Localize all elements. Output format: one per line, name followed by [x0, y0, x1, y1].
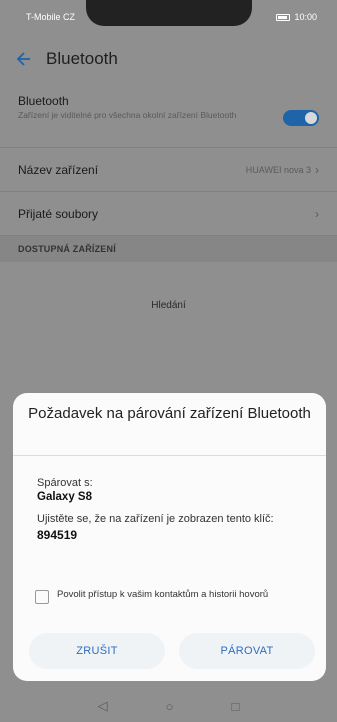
received-files-row[interactable]: Přijaté soubory › [0, 192, 337, 236]
allow-access-checkbox[interactable] [35, 590, 49, 604]
dialog-title: Požadavek na párování zařízení Bluetooth [28, 405, 311, 422]
page-title: Bluetooth [46, 49, 118, 68]
received-files-label: Přijaté soubory [18, 206, 99, 221]
section-label: DOSTUPNÁ ZAŘÍZENÍ [18, 244, 116, 254]
bluetooth-title: Bluetooth [18, 94, 69, 108]
available-devices-header: DOSTUPNÁ ZAŘÍZENÍ [0, 236, 337, 262]
device-name-value-wrap: HUAWEI nova 3 › [246, 163, 319, 177]
device-name-value: HUAWEI nova 3 [245, 164, 311, 175]
nav-recents-icon[interactable]: □ [232, 699, 240, 714]
bluetooth-row[interactable]: Bluetooth Zařízení je viditelné pro všec… [0, 84, 337, 148]
clock-text: 10:00 [294, 12, 317, 22]
nav-back-icon[interactable]: ◁ [98, 698, 108, 714]
pair-with-label: Spárovat s: [37, 477, 93, 489]
device-name-row[interactable]: Název zařízení HUAWEI nova 3 › [0, 148, 337, 192]
app-bar: Bluetooth [0, 34, 337, 84]
back-button[interactable] [0, 34, 46, 84]
status-bar: T-Mobile CZ 10:00 [0, 0, 337, 34]
back-arrow-icon [16, 52, 30, 66]
system-nav-bar: ◁ ○ □ [0, 690, 337, 722]
battery-icon [276, 13, 291, 21]
bluetooth-toggle[interactable] [283, 110, 319, 126]
dialog-divider [13, 455, 326, 456]
pair-button[interactable]: PÁROVAT [179, 633, 315, 669]
pairing-key: 894519 [37, 528, 78, 542]
device-name-label: Název zařízení [18, 162, 99, 177]
nav-home-icon[interactable]: ○ [166, 699, 174, 714]
carrier-text: T-Mobile CZ [26, 12, 76, 22]
bluetooth-subtitle: Zařízení je viditelné pro všechna okolní… [18, 110, 237, 120]
camera-notch [86, 0, 252, 26]
status-icons: 10:00 [276, 12, 317, 22]
pairing-dialog: Požadavek na párování zařízení Bluetooth… [13, 393, 326, 681]
phone-screen: T-Mobile CZ 10:00 Bluetooth Bluetooth Za… [0, 0, 337, 722]
dialog-body: Spárovat s: Galaxy S8 Ujistěte se, že na… [37, 477, 307, 542]
allow-access-row[interactable]: Povolit přístup k vašim kontaktům a hist… [35, 589, 305, 604]
chevron-right-icon: › [315, 162, 319, 177]
settings-list: Bluetooth Zařízení je viditelné pro všec… [0, 84, 337, 262]
verify-text: Ujistěte se, že na zařízení je zobrazen … [37, 513, 274, 525]
allow-access-label: Povolit přístup k vašim kontaktům a hist… [57, 589, 269, 600]
chevron-right-icon: › [315, 206, 319, 221]
searching-text: Hledání [151, 300, 186, 311]
device-name: Galaxy S8 [37, 491, 92, 503]
cancel-button[interactable]: ZRUŠIT [29, 633, 165, 669]
